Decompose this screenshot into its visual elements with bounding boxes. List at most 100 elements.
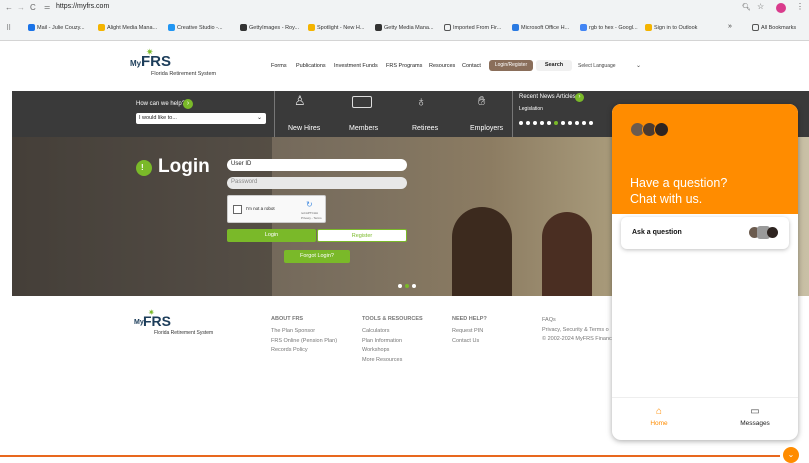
- chevron-down-icon[interactable]: ⌄: [636, 62, 641, 69]
- tab-home[interactable]: ⌂ Home: [642, 406, 676, 427]
- ask-question-card[interactable]: Ask a question: [621, 217, 789, 249]
- avatar: [767, 227, 778, 238]
- audience-new-hires[interactable]: New Hires: [288, 125, 320, 132]
- photo-child-figure: [542, 212, 592, 296]
- message-icon: ▭: [750, 406, 760, 417]
- nav-frs-programs[interactable]: FRS Programs: [386, 63, 422, 69]
- nav-investment-funds[interactable]: Investment Funds: [334, 63, 378, 69]
- divider: [512, 91, 513, 137]
- login-button[interactable]: Login: [227, 229, 316, 242]
- apps-icon[interactable]: ⠿: [6, 24, 11, 32]
- star-icon[interactable]: ☆: [757, 2, 764, 11]
- bookmark-favicon-icon: [645, 24, 652, 31]
- footer-link[interactable]: Workshops: [362, 346, 402, 356]
- zoom-icon[interactable]: 🔍︎: [742, 3, 751, 11]
- browser-toolbar: ← → C ⚌ https://myfrs.com 🔍︎ ☆ ⋮: [0, 0, 809, 17]
- bookmark-item[interactable]: Spotlight - New H...: [308, 24, 364, 31]
- footer-link[interactable]: Calculators: [362, 327, 402, 337]
- more-bookmarks[interactable]: »: [728, 23, 732, 30]
- bookmark-item[interactable]: Mail - Julie Couzy...: [28, 24, 85, 31]
- footer-link[interactable]: Contact Us: [452, 337, 483, 347]
- register-button[interactable]: Register: [317, 229, 407, 242]
- handshake-icon[interactable]: ✋︎: [478, 93, 485, 109]
- member-card-icon[interactable]: [352, 96, 372, 108]
- bookmark-favicon-icon: [168, 24, 175, 31]
- footer-link[interactable]: More Resources: [362, 356, 402, 366]
- bookmark-favicon-icon: [98, 24, 105, 31]
- avatar: [654, 122, 669, 137]
- site-info-icon[interactable]: ⚌: [44, 3, 50, 11]
- photo-child-figure: [452, 207, 512, 296]
- help-select[interactable]: I would like to... ⌄: [136, 113, 266, 124]
- recaptcha-checkbox[interactable]: [233, 205, 242, 214]
- nav-contact[interactable]: Contact: [462, 63, 481, 69]
- login-register-button[interactable]: Login/Register: [489, 60, 533, 71]
- url-field[interactable]: https://myfrs.com: [56, 3, 109, 10]
- password-field[interactable]: Password: [227, 177, 407, 189]
- footer-link[interactable]: Plan Information: [362, 337, 402, 347]
- folder-icon: [444, 24, 451, 31]
- home-icon: ⌂: [655, 406, 663, 417]
- profile-avatar[interactable]: [776, 3, 786, 13]
- footer-link[interactable]: Request PIN: [452, 327, 483, 337]
- agent-avatars: [630, 122, 669, 137]
- annotation-line: [0, 455, 780, 457]
- hero-carousel-dots[interactable]: [398, 284, 416, 288]
- bookmark-favicon-icon: [28, 24, 35, 31]
- nav-resources[interactable]: Resources: [429, 63, 455, 69]
- user-id-field[interactable]: User ID: [227, 159, 407, 171]
- search-button[interactable]: Search: [536, 60, 572, 71]
- footer-link-faqs[interactable]: FAQs: [542, 316, 613, 326]
- bookmark-favicon-icon: [240, 24, 247, 31]
- news-item[interactable]: Legislation: [519, 106, 543, 112]
- bookmark-item[interactable]: rgb to hex - Googl...: [580, 24, 638, 31]
- forward-icon[interactable]: →: [17, 3, 25, 12]
- bookmark-item[interactable]: Microsoft Office H...: [512, 24, 569, 31]
- bookmarks-bar: ⠿ Mail - Julie Couzy... Alight Media Man…: [0, 17, 809, 41]
- login-title: Login: [158, 156, 210, 177]
- chevron-down-icon: ⌄: [256, 115, 262, 121]
- bookmark-item[interactable]: Sign in to Outlook: [645, 24, 697, 31]
- chat-headline: Have a question? Chat with us.: [630, 176, 728, 206]
- arrow-right-icon[interactable]: ›: [183, 99, 193, 109]
- footer-link[interactable]: FRS Online (Pension Plan): [271, 337, 337, 347]
- divider: [274, 91, 275, 137]
- bookmark-item[interactable]: Creative Studio -...: [168, 24, 223, 31]
- recaptcha-widget: I'm not a robot ↻ reCAPTCHA Privacy - Te…: [227, 195, 326, 223]
- bookmark-item[interactable]: GettyImages - Roy...: [240, 24, 299, 31]
- bookmark-favicon-icon: [308, 24, 315, 31]
- audience-members[interactable]: Members: [349, 125, 378, 132]
- copyright-text: © 2002-2024 MyFRS Financi: [542, 336, 614, 342]
- audience-retirees[interactable]: Retirees: [412, 125, 438, 132]
- language-select[interactable]: Select Language: [578, 63, 616, 69]
- chat-header: Have a question? Chat with us.: [612, 104, 798, 214]
- shield-icon: [136, 160, 152, 176]
- nav-forms[interactable]: Forms: [271, 63, 287, 69]
- chat-widget: Have a question? Chat with us. Ask a que…: [612, 104, 798, 440]
- bookmark-item[interactable]: Alight Media Mana...: [98, 24, 157, 31]
- footer-link[interactable]: The Plan Sponsor: [271, 327, 337, 337]
- folder-icon: [752, 24, 759, 31]
- google-icon: [580, 24, 587, 31]
- bookmark-item[interactable]: Imported From Fir...: [444, 24, 501, 31]
- chat-tab-bar: ⌂ Home ▭ Messages: [612, 397, 798, 440]
- tab-messages[interactable]: ▭ Messages: [732, 406, 778, 427]
- news-carousel-dots[interactable]: [519, 121, 593, 125]
- reload-icon[interactable]: C: [30, 3, 36, 12]
- nav-publications[interactable]: Publications: [296, 63, 326, 69]
- piggy-bank-icon[interactable]: ♁: [416, 93, 427, 109]
- bookmark-item[interactable]: Getty Media Mana...: [375, 24, 434, 31]
- back-icon[interactable]: ←: [5, 3, 13, 12]
- menu-icon[interactable]: ⋮: [796, 2, 804, 11]
- footer-link-privacy[interactable]: Privacy, Security & Terms o: [542, 326, 613, 336]
- audience-employers[interactable]: Employers: [470, 125, 503, 132]
- new-hire-icon[interactable]: ♙: [294, 93, 306, 109]
- bookmark-favicon-icon: [375, 24, 382, 31]
- bookmark-favicon-icon: [512, 24, 519, 31]
- footer-link[interactable]: Records Policy: [271, 346, 337, 356]
- all-bookmarks[interactable]: All Bookmarks: [752, 24, 796, 31]
- ask-avatars: [749, 226, 778, 239]
- chat-launcher-button[interactable]: ⌄: [783, 447, 799, 463]
- forgot-login-button[interactable]: Forgot Login?: [284, 250, 350, 263]
- arrow-right-icon[interactable]: ›: [575, 93, 584, 102]
